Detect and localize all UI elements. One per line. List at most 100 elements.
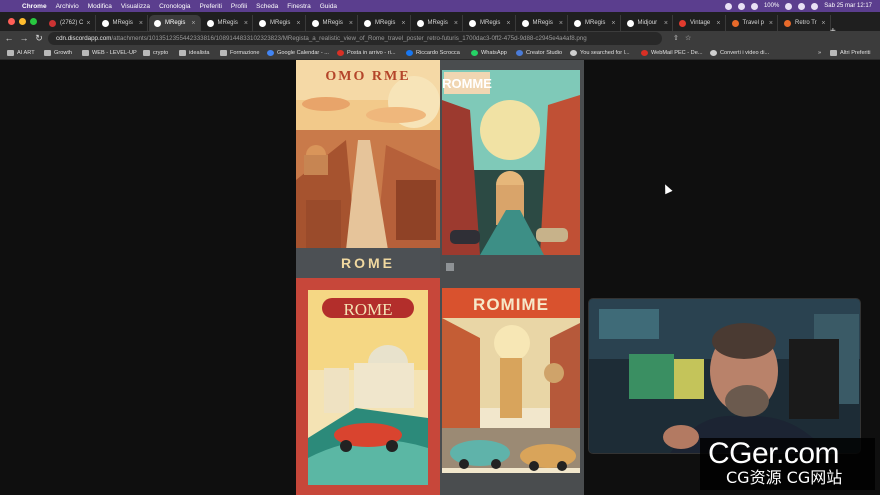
tab-close-icon[interactable]: × xyxy=(86,20,90,27)
bookmark-item[interactable]: You searched for l... xyxy=(570,46,630,60)
poster-rome-2: ROMME xyxy=(440,60,584,278)
browser-tab[interactable]: Midjour × xyxy=(622,15,673,31)
tab-close-icon[interactable]: × xyxy=(716,20,720,27)
bookmark-item[interactable]: Growth xyxy=(44,46,72,60)
bookmarks-overflow-icon[interactable]: » xyxy=(818,46,821,60)
tab-label: MRegis xyxy=(585,20,606,26)
window-close-button[interactable] xyxy=(8,18,15,25)
bookmark-item[interactable]: AI ART xyxy=(7,46,35,60)
browser-tab[interactable]: MRegis × xyxy=(359,15,411,31)
menu-guida[interactable]: Guida xyxy=(320,3,337,10)
status-app-icon[interactable] xyxy=(724,2,732,10)
tab-close-icon[interactable]: × xyxy=(664,20,668,27)
reload-button[interactable]: ↻ xyxy=(33,31,45,46)
browser-tab[interactable]: MRegis × xyxy=(254,15,306,31)
tab-favicon-icon xyxy=(731,19,739,27)
address-bar[interactable]: cdn.discordapp.com/attachments/101351235… xyxy=(48,32,662,45)
bookmark-item[interactable]: idealista xyxy=(179,46,210,60)
window-zoom-button[interactable] xyxy=(30,18,37,25)
menu-modifica[interactable]: Modifica xyxy=(88,3,112,10)
browser-tab[interactable]: MRegis × xyxy=(412,15,463,31)
tab-close-icon[interactable]: × xyxy=(611,20,615,27)
tab-label: Travel p xyxy=(742,20,764,26)
mouse-cursor xyxy=(661,182,673,195)
tab-label: MRegis xyxy=(112,20,133,26)
browser-tab[interactable]: Vintage × xyxy=(674,15,726,31)
menu-finestra[interactable]: Finestra xyxy=(287,3,310,10)
tab-label: (2762) C xyxy=(60,20,84,26)
mail-icon xyxy=(337,50,344,56)
browser-tab[interactable]: (2762) C × xyxy=(44,15,96,31)
bluetooth-icon[interactable] xyxy=(750,2,758,10)
bookmarks-bar: AI ART Growth WEB - LEVEL-UP crypto idealist… xyxy=(0,46,880,60)
bookmark-star-icon[interactable]: ☆ xyxy=(685,34,691,42)
menu-cronologia[interactable]: Cronologia xyxy=(159,3,190,10)
tab-close-icon[interactable]: × xyxy=(559,20,563,27)
wifi-icon[interactable] xyxy=(785,2,793,10)
poster-title: ROMME xyxy=(442,76,492,91)
folder-icon xyxy=(830,50,837,56)
tab-close-icon[interactable]: × xyxy=(244,20,248,27)
poster-rome-3: ROME xyxy=(296,278,440,495)
bookmark-item[interactable]: crypto xyxy=(143,46,168,60)
browser-tab[interactable]: MRegis × xyxy=(202,15,253,31)
browser-tab[interactable]: MRegis × xyxy=(517,15,568,31)
status-record-icon[interactable] xyxy=(737,2,745,10)
tab-close-icon[interactable]: × xyxy=(349,20,353,27)
tab-close-icon[interactable]: × xyxy=(454,20,458,27)
browser-tab[interactable]: Travel p × xyxy=(727,15,778,31)
browser-tab[interactable]: MRegis × xyxy=(307,15,358,31)
tab-favicon-icon xyxy=(784,19,791,27)
control-center-icon[interactable] xyxy=(811,2,819,10)
menu-scheda[interactable]: Scheda xyxy=(256,3,278,10)
bookmark-item[interactable]: Converti i video di... xyxy=(710,46,769,60)
browser-tab[interactable]: Retro Tr × xyxy=(779,15,831,31)
tab-close-icon[interactable]: × xyxy=(191,20,195,27)
bookmark-item[interactable]: Riccardo Scrocca xyxy=(406,46,460,60)
tab-close-icon[interactable]: × xyxy=(506,20,510,27)
doc-icon xyxy=(570,50,577,56)
tab-favicon-icon xyxy=(521,19,529,27)
folder-icon xyxy=(143,50,150,56)
tab-label: MRegis xyxy=(427,20,448,26)
bookmark-item[interactable]: WebMail PEC - De... xyxy=(641,46,703,60)
tab-favicon-icon xyxy=(101,19,109,27)
bookmark-item[interactable]: Formazione xyxy=(220,46,260,60)
browser-tab[interactable]: MRegis × xyxy=(569,15,621,31)
bookmark-item[interactable]: Google Calendar - ... xyxy=(267,46,329,60)
battery-percent[interactable]: 100% xyxy=(764,3,779,9)
bookmark-label: Converti i video di... xyxy=(720,50,770,56)
bookmark-item[interactable]: Altri Preferiti xyxy=(830,46,870,60)
tab-close-icon[interactable]: × xyxy=(401,20,405,27)
clock[interactable]: Sab 25 mar 12:17 xyxy=(824,3,872,9)
menu-archivio[interactable]: Archivio xyxy=(56,3,79,10)
tab-label: Midjour xyxy=(637,20,658,26)
browser-tab[interactable]: MRegis × xyxy=(464,15,516,31)
browser-tab[interactable]: MRegis × xyxy=(97,15,148,31)
search-icon[interactable] xyxy=(798,2,806,10)
bookmark-item[interactable]: WhatsApp xyxy=(471,46,507,60)
tab-favicon-icon xyxy=(679,19,686,27)
folder-icon xyxy=(44,50,51,56)
tab-close-icon[interactable]: × xyxy=(139,20,143,27)
tab-favicon-icon xyxy=(154,19,161,27)
menu-visualizza[interactable]: Visualizza xyxy=(121,3,150,10)
tab-close-icon[interactable]: × xyxy=(769,20,773,27)
menu-profili[interactable]: Profili xyxy=(231,3,247,10)
tab-favicon-icon xyxy=(311,19,319,27)
bookmark-item[interactable]: Posta in arrivo - ri... xyxy=(337,46,396,60)
bookmark-item[interactable]: Creator Studio xyxy=(516,46,562,60)
forward-button[interactable]: → xyxy=(18,31,30,46)
back-button[interactable]: ← xyxy=(3,31,15,46)
tab-close-icon[interactable]: × xyxy=(821,20,825,27)
meta-icon xyxy=(516,50,523,56)
window-minimize-button[interactable] xyxy=(19,18,26,25)
tab-favicon-icon xyxy=(626,19,634,27)
image-preview[interactable]: ROME OMO RME ROMME ROME ROMIME xyxy=(296,60,584,495)
tab-close-icon[interactable]: × xyxy=(296,20,300,27)
browser-tab[interactable]: MRegis × xyxy=(149,15,201,31)
bookmark-item[interactable]: WEB - LEVEL-UP xyxy=(82,46,137,60)
share-icon[interactable]: ⇧ xyxy=(673,34,679,42)
menu-preferiti[interactable]: Preferiti xyxy=(200,3,222,10)
menu-chrome[interactable]: Chrome xyxy=(22,3,47,10)
